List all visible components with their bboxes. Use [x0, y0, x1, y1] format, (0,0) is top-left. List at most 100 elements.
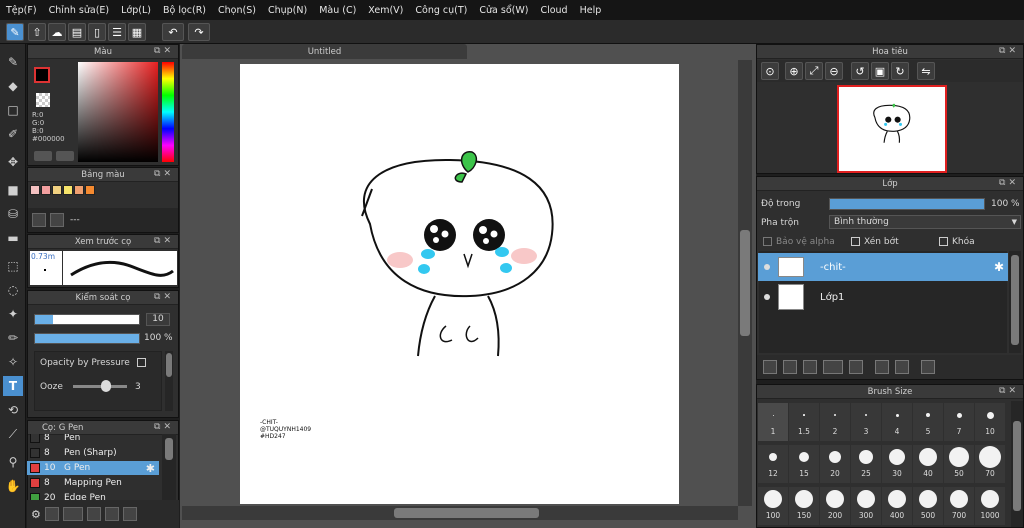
brush-size-cell[interactable]: 4 — [882, 403, 912, 441]
new-halftone-layer-icon[interactable] — [783, 360, 797, 374]
select-eraser-tool-icon[interactable]: ✧ — [3, 352, 23, 372]
add-brush-dropdown-icon[interactable] — [62, 507, 83, 521]
duplicate-layer-icon[interactable] — [875, 360, 889, 374]
brush-size-scrollbar[interactable] — [1011, 401, 1023, 527]
brush-list-item[interactable]: 8 Pen (Sharp) — [27, 446, 159, 460]
new-brush-icon[interactable] — [44, 507, 59, 521]
menu-view[interactable]: Xem(V) — [368, 5, 403, 16]
document-tab[interactable]: Untitled — [182, 44, 467, 59]
select-rect-tool-icon[interactable]: ⬚ — [3, 256, 23, 276]
menu-color[interactable]: Màu (C) — [319, 5, 356, 16]
gradient-tool-icon[interactable]: ▬ — [3, 228, 23, 248]
brush-size-cell[interactable]: 2 — [820, 403, 850, 441]
layer-list-scrollbar[interactable] — [1009, 251, 1021, 353]
protect-alpha-checkbox[interactable] — [763, 237, 772, 246]
list-icon[interactable]: ☰ — [108, 23, 126, 41]
transparent-swatch[interactable] — [36, 93, 50, 107]
canvas-vertical-scrollbar[interactable] — [738, 60, 752, 506]
fit-window-icon[interactable]: ⤢ — [805, 62, 823, 80]
text-tool-icon[interactable]: T — [3, 376, 23, 396]
brush-list-item[interactable]: 8 Mapping Pen — [27, 476, 159, 490]
brush-size-cell[interactable]: 1 — [758, 403, 788, 441]
brush-size-cell[interactable]: 7 — [944, 403, 974, 441]
ooze-slider[interactable] — [73, 385, 127, 388]
brush-edit-icon[interactable] — [86, 507, 101, 521]
new-layer-icon[interactable] — [763, 360, 777, 374]
brush-control-scrollbar[interactable] — [165, 351, 173, 411]
select-pen-tool-icon[interactable]: ✏ — [3, 328, 23, 348]
layer-visibility-icon[interactable] — [764, 264, 770, 270]
brush-fill-tool-icon[interactable]: ✐ — [3, 124, 23, 144]
panel-controls-icon[interactable]: ⧉✕ — [999, 386, 1019, 396]
new-palette-icon[interactable] — [32, 213, 46, 227]
saturation-value-picker[interactable] — [78, 62, 158, 162]
brush-settings-icon[interactable]: ✱ — [146, 462, 155, 475]
lock-checkbox[interactable] — [939, 237, 948, 246]
brush-size-value[interactable]: 10 — [146, 313, 170, 326]
menu-layer[interactable]: Lớp(L) — [121, 5, 151, 16]
reset-view-icon[interactable]: ▣ — [871, 62, 889, 80]
brush-size-cell[interactable]: 25 — [851, 445, 881, 483]
brush-size-cell[interactable]: 30 — [882, 445, 912, 483]
brush-size-cell[interactable]: 700 — [944, 487, 974, 525]
duplicate-brush-icon[interactable] — [122, 507, 137, 521]
merge-layer-icon[interactable] — [895, 360, 909, 374]
flip-icon[interactable]: ⇋ — [917, 62, 935, 80]
rotate-right-icon[interactable]: ↻ — [891, 62, 909, 80]
brush-size-cell[interactable]: 500 — [913, 487, 943, 525]
brush-size-cell[interactable]: 150 — [789, 487, 819, 525]
lasso-tool-icon[interactable]: ◌ — [3, 280, 23, 300]
menu-filter[interactable]: Bộ lọc(R) — [163, 5, 206, 16]
magic-wand-tool-icon[interactable]: ✦ — [3, 304, 23, 324]
canvas-icon[interactable]: ✎ — [6, 23, 24, 41]
document-icon[interactable]: ▯ — [88, 23, 106, 41]
grid-icon[interactable]: ▦ — [128, 23, 146, 41]
brush-size-cell[interactable]: 1000 — [975, 487, 1005, 525]
menu-file[interactable]: Tệp(F) — [6, 5, 37, 16]
layer-folder-icon[interactable] — [849, 360, 863, 374]
brush-size-cell[interactable]: 400 — [882, 487, 912, 525]
palette-swatch[interactable] — [52, 185, 62, 195]
chat-icon[interactable]: ☁ — [48, 23, 66, 41]
navigator-preview[interactable] — [837, 85, 947, 173]
brush-size-slider[interactable] — [34, 314, 140, 325]
menu-capture[interactable]: Chụp(N) — [268, 5, 307, 16]
color-mode-button[interactable] — [34, 151, 52, 161]
brush-list-scrollbar[interactable] — [162, 434, 176, 500]
palette-swatch[interactable] — [74, 185, 84, 195]
hand-tool-icon[interactable]: ✋ — [3, 476, 23, 496]
menu-cloud[interactable]: Cloud — [540, 5, 567, 16]
opacity-by-pressure-checkbox[interactable] — [136, 358, 146, 367]
clipping-checkbox[interactable] — [851, 237, 860, 246]
rotate-left-icon[interactable]: ↺ — [851, 62, 869, 80]
foreground-color-swatch[interactable] — [34, 67, 50, 83]
brush-list-item[interactable]: 10 G Pen ✱ — [27, 461, 159, 475]
panel-controls-icon[interactable]: ⧉✕ — [999, 46, 1019, 56]
menu-edit[interactable]: Chỉnh sửa(E) — [49, 5, 110, 16]
brush-size-cell[interactable]: 200 — [820, 487, 850, 525]
blend-mode-select[interactable]: Bình thường ▼ — [829, 215, 1021, 229]
menu-select[interactable]: Chọn(S) — [218, 5, 256, 16]
divide-tool-icon[interactable]: ⟋ — [3, 424, 23, 444]
new-1bit-layer-icon[interactable] — [803, 360, 817, 374]
panel-controls-icon[interactable]: ⧉✕ — [154, 292, 174, 302]
add-layer-dropdown-icon[interactable] — [823, 360, 843, 374]
brush-size-cell[interactable]: 10 — [975, 403, 1005, 441]
delete-palette-icon[interactable] — [50, 213, 64, 227]
layer-row-lop1[interactable]: Lớp1 — [758, 283, 1008, 311]
shape-fill-tool-icon[interactable]: ■ — [3, 180, 23, 200]
redo-icon[interactable]: ↷ — [188, 23, 210, 41]
brush-size-cell[interactable]: 50 — [944, 445, 974, 483]
zoom-out-icon[interactable]: ⊖ — [825, 62, 843, 80]
brush-size-cell[interactable]: 12 — [758, 445, 788, 483]
color-swap-button[interactable] — [56, 151, 74, 161]
operation-tool-icon[interactable]: ⟲ — [3, 400, 23, 420]
brush-size-cell[interactable]: 300 — [851, 487, 881, 525]
brush-list-item[interactable]: 20 Edge Pen — [27, 491, 159, 500]
comment-icon[interactable]: ▤ — [68, 23, 86, 41]
panel-controls-icon[interactable]: ⧉✕ — [154, 236, 174, 246]
menu-window[interactable]: Cửa sổ(W) — [479, 5, 528, 16]
brush-size-cell[interactable]: 5 — [913, 403, 943, 441]
layer-visibility-icon[interactable] — [764, 294, 770, 300]
canvas-paper[interactable]: -CHIT- @TUQUYNH1409 #HD247 — [240, 64, 679, 504]
